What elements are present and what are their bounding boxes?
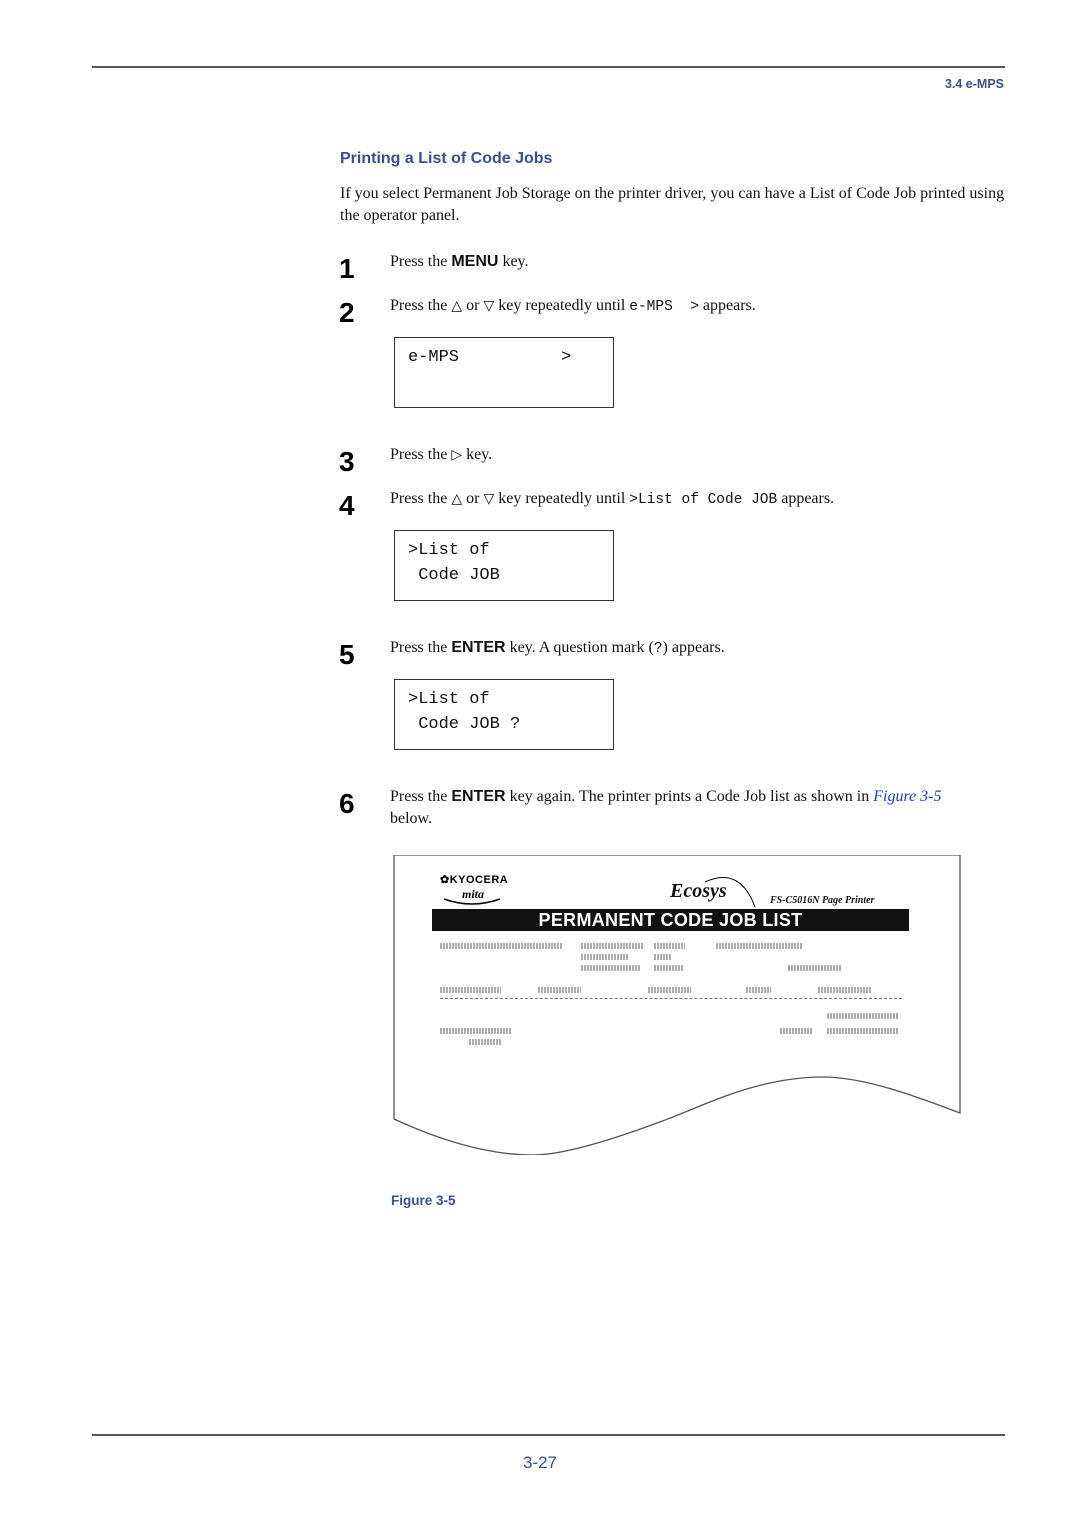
up-triangle-icon: △ [451,298,463,314]
step-text: key. [498,253,529,270]
placeholder-text [648,987,691,993]
step-number-1: 1 [339,253,355,284]
down-triangle-icon: ▽ [483,298,495,314]
step-text: appears. [777,490,835,507]
placeholder-text [654,954,672,960]
intro-paragraph: If you select Permanent Job Storage on t… [340,185,1005,224]
placeholder-text [440,943,562,949]
header-section-label: 3.4 e-MPS [944,77,1004,91]
step-text: key repeatedly until [494,490,630,507]
lcd-line-1: >List of [408,690,490,709]
header-rule [92,66,1005,68]
lcd-display-list-of-code-job-confirm: >List of Code JOB ? [394,679,614,750]
placeholder-text [788,965,841,971]
placeholder-text [581,954,629,960]
step-text: or [462,297,484,314]
placeholder-text [538,987,581,993]
kyocera-mark-icon: ✿ [440,874,450,886]
placeholder-text [716,943,803,949]
step-text: ) appears. [662,639,725,656]
step-text: key again. The printer prints a Code Job… [505,788,874,805]
placeholder-text [581,965,640,971]
placeholder-text [440,987,501,993]
up-triangle-icon: △ [451,491,463,507]
step-number-4: 4 [339,490,355,521]
step-text: Press the [390,446,452,463]
printout-banner: PERMANENT CODE JOB LIST [432,909,909,931]
section-title: Printing a List of Code Jobs [340,150,553,167]
step-5-text: Press the ENTER key. A question mark (?)… [390,637,990,660]
code-text: ? [653,641,663,657]
step-number-2: 2 [339,297,355,328]
lcd-display-list-of-code-job: >List of Code JOB [394,530,614,601]
lcd-line-2: Code JOB ? [408,715,521,734]
printer-model: FS-C5016N Page Printer [770,895,875,906]
placeholder-text [780,1028,812,1034]
step-text: or [462,490,484,507]
page-number: 3-27 [522,1453,558,1472]
enter-key: ENTER [451,639,506,656]
step-text: Press the [390,297,452,314]
step-text: Press the [390,253,452,270]
placeholder-text [746,987,771,993]
down-triangle-icon: ▽ [483,491,495,507]
right-triangle-icon: ▷ [451,447,463,463]
step-number-6: 6 [339,788,355,819]
step-text: key repeatedly until [494,297,630,314]
step-2-text: Press the △ or ▽ key repeatedly until e-… [390,295,990,318]
placeholder-text [469,1039,501,1045]
step-4-text: Press the △ or ▽ key repeatedly until >L… [390,488,1030,511]
code-text: >List of Code JOB [629,492,778,508]
step-number-3: 3 [339,446,355,477]
lcd-line-1: e-MPS > [408,348,572,367]
lcd-line-1: >List of [408,541,490,560]
placeholder-text [654,943,685,949]
placeholder-text [818,987,871,993]
mita-swoosh [443,898,501,905]
step-text: key. [462,446,493,463]
step-text: below. [390,810,433,827]
placeholder-text [827,1028,898,1034]
step-text: Press the [390,788,452,805]
placeholder-text [440,1028,511,1034]
placeholder-text [654,965,683,971]
step-number-5: 5 [339,639,355,670]
step-3-text: Press the ▷ key. [390,444,990,466]
step-text: key. A question mark ( [505,639,654,656]
step-text: Press the [390,639,452,656]
ecosys-arc [704,877,756,908]
footer-rule [92,1434,1005,1436]
lcd-display-emps: e-MPS > [394,337,614,408]
code-text: e-MPS > [629,299,699,315]
printout-divider [440,998,902,1000]
menu-key: MENU [451,253,499,270]
figure-link[interactable]: Figure 3-5 [873,788,941,805]
placeholder-text [581,943,643,949]
placeholder-text [827,1013,898,1019]
figure-caption: Figure 3-5 [391,1193,456,1208]
step-text: appears. [698,297,756,314]
kyocera-logo: ✿KYOCERA [440,873,508,886]
lcd-line-2: Code JOB [408,566,500,585]
step-text: Press the [390,490,452,507]
step-6-text: Press the ENTER key again. The printer p… [390,786,950,830]
step-1-text: Press the MENU key. [390,251,990,273]
brand-text: KYOCERA [449,874,509,886]
enter-key: ENTER [451,788,506,805]
